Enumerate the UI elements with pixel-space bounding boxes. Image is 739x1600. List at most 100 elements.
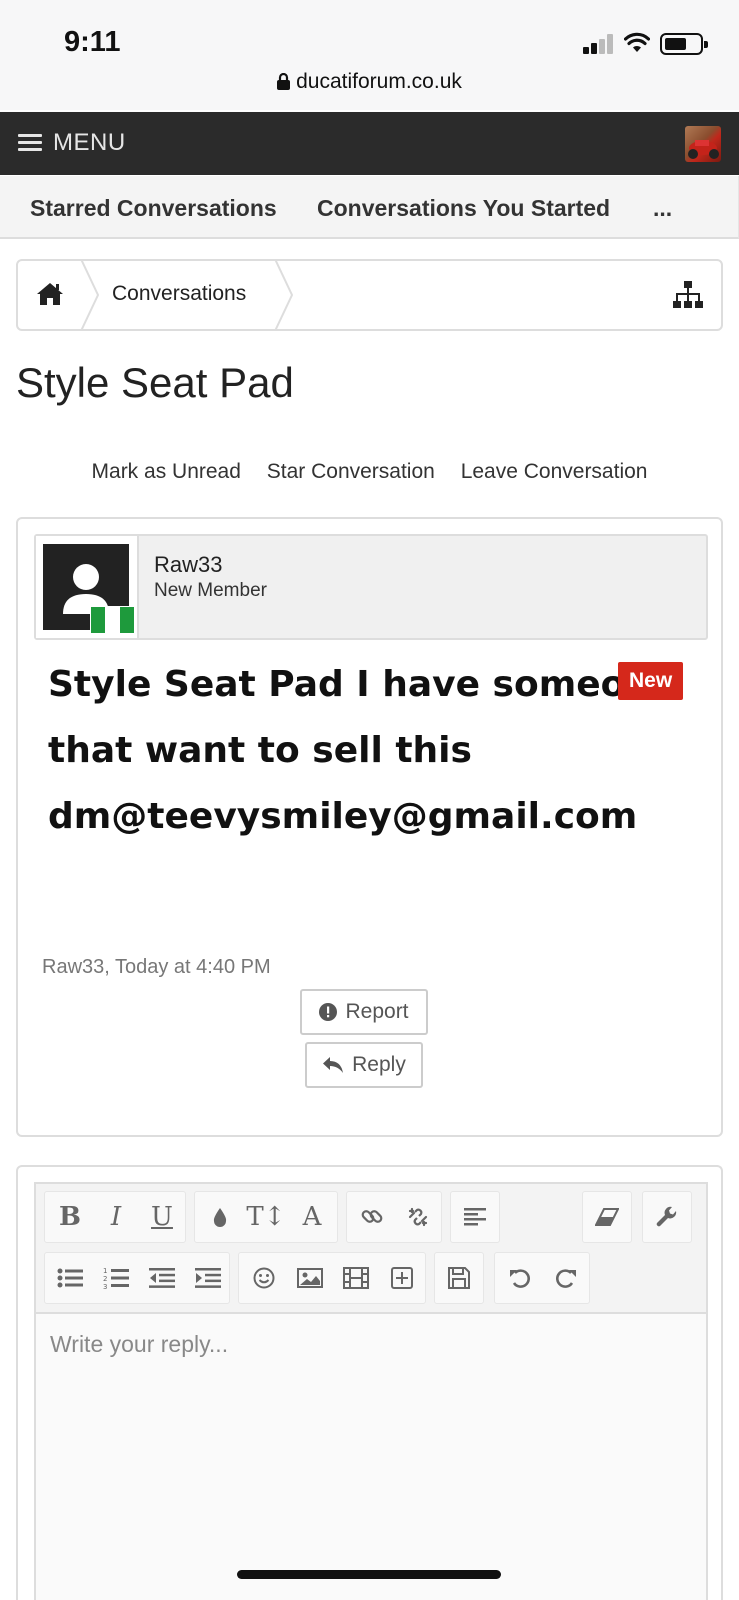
username[interactable]: Raw33 — [154, 552, 222, 578]
lock-icon — [277, 72, 291, 90]
page-title: Style Seat Pad — [16, 359, 294, 406]
text-color-button[interactable] — [197, 1192, 243, 1242]
url-text: ducatiforum.co.uk — [296, 70, 462, 93]
svg-text:2: 2 — [103, 1275, 107, 1283]
breadcrumb-separator — [274, 259, 294, 331]
conversation-tabs: Starred Conversations Conversations You … — [0, 176, 739, 239]
svg-text:3: 3 — [103, 1283, 107, 1289]
list-group: 123 — [44, 1252, 230, 1304]
image-icon — [297, 1268, 323, 1288]
draft-group — [434, 1252, 484, 1304]
plus-square-icon — [391, 1267, 413, 1289]
report-label: Report — [345, 1000, 409, 1023]
bullet-list-icon — [57, 1268, 83, 1288]
redo-icon — [556, 1269, 576, 1288]
editor-frame: B I U T↕ A 1 2 3 Write your reply... — [34, 1182, 708, 1600]
editor-toolbar: B I U T↕ A 1 2 3 — [36, 1184, 706, 1314]
exclamation-circle-icon — [319, 1003, 338, 1021]
reply-arrow-icon — [323, 1057, 344, 1073]
reply-label: Reply — [352, 1053, 406, 1076]
menu-button[interactable]: MENU — [18, 128, 126, 158]
undo-icon — [510, 1269, 530, 1288]
star-conversation-link[interactable]: Star Conversation — [267, 460, 435, 484]
outdent-button[interactable] — [139, 1253, 185, 1303]
reply-textarea[interactable]: Write your reply... — [50, 1331, 228, 1358]
unlink-icon — [408, 1207, 428, 1227]
align-left-icon — [464, 1208, 486, 1226]
bold-button[interactable]: B — [47, 1192, 93, 1242]
clock: 9:11 — [64, 26, 121, 58]
report-button[interactable]: Report — [300, 989, 428, 1035]
indent-icon — [195, 1268, 221, 1288]
underline-button[interactable]: U — [139, 1192, 185, 1242]
history-group — [494, 1252, 590, 1304]
insert-image-button[interactable] — [287, 1253, 333, 1303]
sitemap-icon[interactable] — [673, 281, 703, 309]
link-button[interactable] — [349, 1192, 395, 1242]
droplet-icon — [213, 1208, 227, 1227]
text-style-group: B I U — [44, 1191, 186, 1243]
home-indicator — [237, 1570, 501, 1579]
indent-button[interactable] — [185, 1253, 231, 1303]
message-meta[interactable]: Raw33, Today at 4:40 PM — [42, 956, 271, 979]
wrench-icon — [656, 1206, 677, 1227]
numbered-list-button[interactable]: 123 — [93, 1253, 139, 1303]
floppy-disk-icon — [448, 1267, 470, 1289]
leave-conversation-link[interactable]: Leave Conversation — [461, 460, 648, 484]
home-icon[interactable] — [36, 281, 64, 307]
breadcrumb-separator — [80, 259, 100, 331]
tab-more[interactable]: ... — [653, 195, 672, 222]
tab-conversations-you-started[interactable]: Conversations You Started — [317, 195, 610, 222]
user-title: New Member — [154, 580, 267, 601]
tools-button[interactable] — [644, 1192, 690, 1242]
tools-group — [642, 1191, 692, 1243]
remove-formatting-button[interactable] — [584, 1192, 630, 1242]
nigeria-flag-icon — [90, 606, 135, 634]
battery-icon — [660, 33, 708, 55]
insert-media-button[interactable] — [333, 1253, 379, 1303]
mark-as-unread-link[interactable]: Mark as Unread — [92, 460, 241, 484]
wifi-icon — [624, 32, 650, 52]
message-card: Raw33 New Member Style Seat Pad I have s… — [16, 517, 723, 1137]
smilies-button[interactable] — [241, 1253, 287, 1303]
undo-button[interactable] — [497, 1253, 543, 1303]
address-bar[interactable]: ducatiforum.co.uk — [0, 70, 739, 94]
svg-text:1: 1 — [103, 1267, 107, 1275]
conversation-actions: Mark as Unread Star Conversation Leave C… — [0, 460, 739, 484]
breadcrumb: Conversations — [16, 259, 723, 331]
insert-more-button[interactable] — [379, 1253, 425, 1303]
bulleted-list-button[interactable] — [47, 1253, 93, 1303]
font-size-button[interactable]: T↕ — [243, 1192, 289, 1242]
align-group — [450, 1191, 500, 1243]
status-bar: 9:11 ducatiforum.co.uk — [0, 0, 739, 110]
avatar[interactable] — [36, 536, 139, 638]
new-badge: New — [618, 662, 684, 700]
reply-editor: B I U T↕ A 1 2 3 Write your reply... — [16, 1165, 723, 1600]
breadcrumb-conversations[interactable]: Conversations — [112, 282, 246, 306]
link-icon — [361, 1210, 383, 1223]
cellular-signal-icon — [583, 34, 615, 54]
outdent-icon — [149, 1268, 175, 1288]
hamburger-icon — [18, 134, 42, 152]
redo-button[interactable] — [543, 1253, 589, 1303]
align-button[interactable] — [452, 1192, 498, 1242]
numbered-list-icon: 123 — [103, 1267, 129, 1289]
eraser-icon — [595, 1208, 619, 1226]
font-family-button[interactable]: A — [289, 1192, 335, 1242]
smiley-icon — [253, 1267, 275, 1289]
account-avatar[interactable] — [685, 126, 721, 162]
film-icon — [343, 1267, 369, 1289]
menu-label: MENU — [53, 129, 126, 156]
tab-starred-conversations[interactable]: Starred Conversations — [30, 195, 277, 222]
insert-group — [238, 1252, 426, 1304]
font-group: T↕ A — [194, 1191, 338, 1243]
italic-button[interactable]: I — [93, 1192, 139, 1242]
link-group — [346, 1191, 442, 1243]
message-body: Style Seat Pad I have someone that want … — [48, 664, 676, 837]
unlink-button[interactable] — [395, 1192, 441, 1242]
save-draft-button[interactable] — [436, 1253, 482, 1303]
remove-format-group — [582, 1191, 632, 1243]
message-user-info: Raw33 New Member — [34, 534, 708, 640]
reply-button[interactable]: Reply — [305, 1042, 423, 1088]
top-menu-bar: MENU — [0, 112, 739, 175]
